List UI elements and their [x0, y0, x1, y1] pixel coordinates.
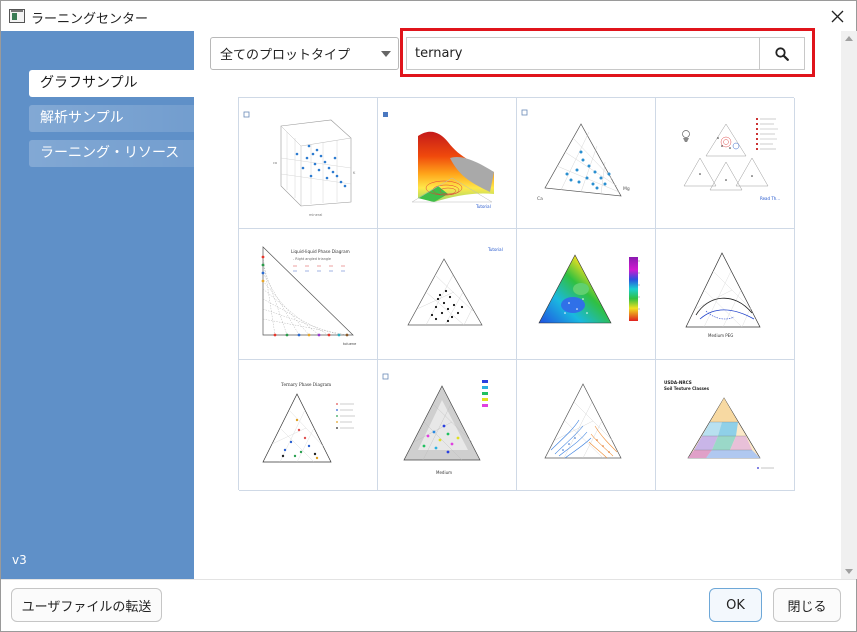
- close-icon: [831, 10, 843, 22]
- search-input[interactable]: [407, 38, 760, 69]
- transfer-user-files-button[interactable]: ユーザファイルの転送: [11, 588, 162, 622]
- ternary-surface-thumbnail: Tutorial: [383, 112, 494, 209]
- scroll-down-arrow-icon[interactable]: [845, 569, 853, 574]
- learning-center-window: ラーニングセンター グラフサンプル 解析サンプル ラーニング・リソース v3 全…: [0, 0, 857, 632]
- thumb-title-liquid: Liquid-liquid Phase Diagram: [291, 249, 350, 254]
- version-label: v3: [12, 553, 27, 567]
- ternary-line-thumbnail: Medium PEG: [685, 252, 761, 338]
- svg-text:mineral: mineral: [309, 213, 322, 217]
- thumb-xlabel-liquid: toluene: [343, 342, 356, 346]
- thumb-title-soil: USDA-NRCS: [664, 380, 692, 385]
- sidebar-item-graph-samples[interactable]: グラフサンプル: [29, 70, 194, 97]
- ok-button[interactable]: OK: [709, 588, 762, 622]
- thumbnail-ternary-blue-orange[interactable]: [517, 360, 656, 491]
- liquid-phase-diagram-thumbnail: Liquid-liquid Phase Diagram - Right angl…: [261, 246, 356, 346]
- ternary-contour-colormap-thumbnail: [538, 254, 640, 324]
- thumbnail-multi-ternary-panels[interactable]: Read Th...: [656, 98, 795, 229]
- plot-type-dropdown[interactable]: 全てのプロットタイプ: [210, 37, 399, 70]
- thumb-title-phase: Ternary Phase Diagram: [281, 382, 331, 387]
- ternary-scatter-ca-mg-thumbnail: Ca Mg: [521, 109, 630, 202]
- thumbnail-soil-texture-classes[interactable]: USDA-NRCS Soil Texture Classes: [656, 360, 795, 491]
- close-button[interactable]: 閉じる: [773, 588, 841, 622]
- close-window-button[interactable]: [824, 3, 850, 29]
- ternary-scatter-tutorial-thumbnail: Tutorial: [407, 247, 503, 326]
- sample-gallery: ca Kmineral Tutorial Ca Mg Read Th... Li…: [238, 97, 795, 491]
- thumb-xlabel-ternary-line: Medium PEG: [708, 333, 733, 338]
- plot-type-selected: 全てのプロットタイプ: [220, 48, 351, 63]
- 3d-ternary-scatter-thumbnail: ca Kmineral: [243, 111, 356, 217]
- read-this-link: Read Th...: [760, 196, 780, 201]
- thumbnail-ternary-surface[interactable]: Tutorial: [378, 98, 517, 229]
- thumbnail-ternary-scatter-ca-mg[interactable]: Ca Mg: [517, 98, 656, 229]
- search-field[interactable]: [406, 37, 760, 70]
- ternary-blue-orange-thumbnail: [544, 383, 622, 459]
- thumbnail-ternary-phase-diagram[interactable]: Ternary Phase Diagram: [239, 360, 378, 491]
- thumbnail-ternary-contour-colormap[interactable]: [517, 229, 656, 360]
- thumb-xlabel-groups: Medium: [436, 470, 452, 475]
- window-title: ラーニングセンター: [31, 12, 149, 27]
- footer-bar: ユーザファイルの転送 OK 閉じる: [1, 579, 856, 631]
- search-icon: [775, 46, 789, 61]
- axis-label-ca: Ca: [537, 196, 543, 202]
- chevron-down-icon: [381, 51, 391, 57]
- sidebar: グラフサンプル 解析サンプル ラーニング・リソース v3: [1, 31, 194, 579]
- ternary-phase-diagram-thumbnail: Ternary Phase Diagram: [262, 382, 355, 463]
- thumbnail-3d-ternary-scatter[interactable]: ca Kmineral: [239, 98, 378, 229]
- sidebar-item-analysis-samples[interactable]: 解析サンプル: [29, 105, 194, 132]
- svg-text:ca: ca: [273, 161, 277, 165]
- tutorial-link: Tutorial: [487, 247, 503, 252]
- svg-text:Tutorial: Tutorial: [475, 204, 491, 209]
- thumbnail-ternary-scatter-tutorial[interactable]: Tutorial: [378, 229, 517, 360]
- sidebar-item-learning-resources[interactable]: ラーニング・リソース: [29, 140, 194, 167]
- thumb-subtitle-liquid: - Right angled triangle: [293, 257, 331, 261]
- ternary-colored-groups-thumbnail: Medium: [382, 373, 488, 475]
- vertical-scrollbar[interactable]: [841, 31, 857, 579]
- svg-text:K: K: [353, 171, 356, 175]
- thumbnail-ternary-line[interactable]: Medium PEG: [656, 229, 795, 360]
- multi-ternary-panels-thumbnail: Read Th...: [682, 118, 780, 201]
- search-button[interactable]: [759, 37, 805, 70]
- scroll-up-arrow-icon[interactable]: [845, 36, 853, 41]
- soil-texture-classes-thumbnail: USDA-NRCS Soil Texture Classes: [664, 380, 774, 469]
- title-bar: ラーニングセンター: [1, 1, 856, 31]
- app-icon: [9, 9, 25, 23]
- axis-label-mg: Mg: [623, 186, 630, 192]
- thumb-subtitle-soil: Soil Texture Classes: [664, 386, 710, 391]
- thumbnail-liquid-phase-diagram[interactable]: Liquid-liquid Phase Diagram - Right angl…: [239, 229, 378, 360]
- thumbnail-ternary-colored-groups[interactable]: Medium: [378, 360, 517, 491]
